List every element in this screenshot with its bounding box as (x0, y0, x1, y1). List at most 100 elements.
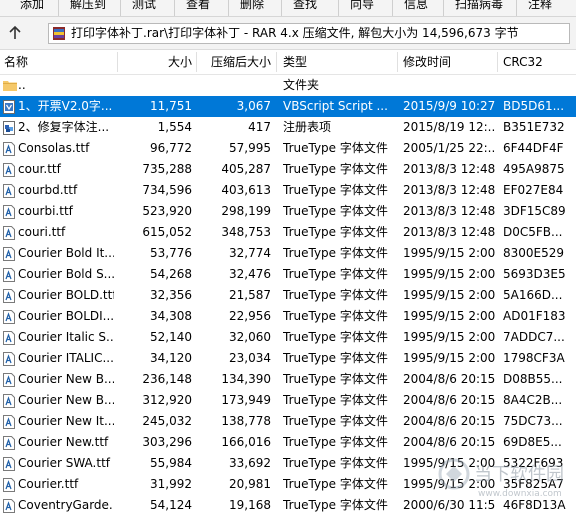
file-row[interactable]: Consolas.ttf 96,772 57,995 TrueType 字体文件 200… (0, 138, 576, 159)
toolbar-button[interactable]: 扫描病毒 (455, 0, 503, 12)
file-size: 245,032 (142, 414, 192, 428)
toolbar-separator (58, 0, 59, 16)
file-row[interactable]: Courier BOLDI... 34,308 22,956 TrueType 字体文… (0, 306, 576, 327)
file-modified: 2004/8/6 20:15 (403, 372, 495, 386)
toolbar-button[interactable]: 注释 (528, 0, 552, 12)
file-size: 615,052 (142, 225, 192, 239)
font-file-icon (3, 352, 15, 366)
file-size: 54,268 (150, 267, 192, 281)
column-divider[interactable] (497, 52, 498, 72)
file-modified: 1995/9/15 2:00 (403, 351, 495, 365)
file-type: TrueType 字体文件 (283, 246, 388, 260)
toolbar-button[interactable]: 查看 (186, 0, 210, 12)
file-type: TrueType 字体文件 (283, 330, 388, 344)
file-row[interactable]: 2、修复字体注... 1,554 417 注册表项 2015/8/19 12:... B3… (0, 117, 576, 138)
font-file-icon (3, 499, 15, 513)
file-name: courbd.ttf (18, 183, 78, 197)
file-type: TrueType 字体文件 (283, 141, 388, 155)
file-crc32: 495A9875 (503, 162, 565, 176)
column-header-modified[interactable]: 修改时间 (399, 50, 497, 74)
file-row[interactable]: Courier New B... 236,148 134,390 TrueType 字… (0, 369, 576, 390)
toolbar-button[interactable]: 解压到 (70, 0, 106, 12)
file-row[interactable]: Courier New It... 245,032 138,778 TrueType … (0, 411, 576, 432)
file-modified: 1995/9/15 2:00 (403, 288, 495, 302)
up-arrow-icon[interactable] (6, 24, 24, 42)
file-size: 303,296 (142, 435, 192, 449)
file-row[interactable]: Courier BOLD.ttf 32,356 21,587 TrueType 字体文… (0, 285, 576, 306)
font-file-icon (3, 373, 15, 387)
parent-folder-row[interactable]: .. 文件夹 (0, 75, 576, 96)
file-row[interactable]: couri.ttf 615,052 348,753 TrueType 字体文件 2013… (0, 222, 576, 243)
file-type: TrueType 字体文件 (283, 351, 388, 365)
column-header-size[interactable]: 大小 (117, 50, 196, 74)
file-size: 55,984 (150, 456, 192, 470)
column-header-name[interactable]: 名称 (0, 50, 117, 74)
file-crc32: 1798CF3A (503, 351, 565, 365)
file-row[interactable]: courbd.ttf 734,596 403,613 TrueType 字体文件 201… (0, 180, 576, 201)
file-row[interactable]: Courier Italic S... 52,140 32,060 TrueType … (0, 327, 576, 348)
file-packed-size: 166,016 (221, 435, 271, 449)
file-modified: 1995/9/15 2:00 (403, 309, 495, 323)
file-name: courbi.ttf (18, 204, 73, 218)
file-crc32: 3DF15C89 (503, 204, 566, 218)
file-size: 312,920 (142, 393, 192, 407)
toolbar-button[interactable]: 添加 (20, 0, 44, 12)
file-name: 2、修复字体注... (18, 120, 110, 134)
file-name: .. (18, 78, 26, 92)
file-type: TrueType 字体文件 (283, 435, 388, 449)
file-name: Courier New B... (18, 372, 114, 386)
file-row[interactable]: cour.ttf 735,288 405,287 TrueType 字体文件 2013/… (0, 159, 576, 180)
file-size: 53,776 (150, 246, 192, 260)
file-modified: 2015/8/19 12:... (403, 120, 495, 134)
file-packed-size: 20,981 (229, 477, 271, 491)
font-file-icon (3, 184, 15, 198)
file-row[interactable]: Courier New B... 312,920 173,949 TrueType 字… (0, 390, 576, 411)
file-name: 1、开票V2.0字... (18, 99, 113, 113)
font-file-icon (3, 142, 15, 156)
file-crc32: B351E732 (503, 120, 565, 134)
file-crc32: D08B55... (503, 372, 563, 386)
file-row[interactable]: Courier New.ttf 303,296 166,016 TrueType 字体… (0, 432, 576, 453)
file-row[interactable]: CoventryGarde... 54,124 19,168 TrueType 字体文… (0, 495, 576, 516)
file-packed-size: 23,034 (229, 351, 271, 365)
file-packed-size: 298,199 (221, 204, 271, 218)
toolbar-separator (281, 0, 282, 16)
file-row[interactable]: Courier SWA.ttf 55,984 33,692 TrueType 字体文件… (0, 453, 576, 474)
file-size: 32,356 (150, 288, 192, 302)
file-row[interactable]: courbi.ttf 523,920 298,199 TrueType 字体文件 201… (0, 201, 576, 222)
column-divider[interactable] (397, 52, 398, 72)
font-file-icon (3, 457, 15, 471)
file-modified: 1995/9/15 2:00 (403, 330, 495, 344)
file-row[interactable]: Courier Bold S... 54,268 32,476 TrueType 字体… (0, 264, 576, 285)
toolbar-button[interactable]: 查找 (293, 0, 317, 12)
path-field[interactable]: 打印字体补丁.rar\打印字体补丁 - RAR 4.x 压缩文件, 解包大小为 … (48, 23, 570, 44)
file-row[interactable]: Courier ITALIC... 34,120 23,034 TrueType 字体… (0, 348, 576, 369)
file-crc32: 75DC73... (503, 414, 563, 428)
file-type: TrueType 字体文件 (283, 456, 388, 470)
toolbar-button[interactable]: 测试 (132, 0, 156, 12)
file-crc32: 8300E529 (503, 246, 565, 260)
file-row[interactable]: Courier.ttf 31,992 20,981 TrueType 字体文件 1995… (0, 474, 576, 495)
file-modified: 1995/9/15 2:00 (403, 267, 495, 281)
column-divider[interactable] (276, 52, 277, 72)
file-modified: 2004/8/6 20:15 (403, 435, 495, 449)
column-header-crc[interactable]: CRC32 (499, 50, 576, 74)
file-name: Courier ITALIC... (18, 351, 114, 365)
file-packed-size (196, 75, 271, 96)
file-row[interactable]: 1、开票V2.0字... 11,751 3,067 VBScript Script .… (0, 96, 576, 117)
column-header-packed[interactable]: 压缩后大小 (196, 50, 275, 74)
column-header-type[interactable]: 类型 (279, 50, 397, 74)
toolbar-button[interactable]: 向导 (350, 0, 374, 12)
toolbar-button[interactable]: 删除 (240, 0, 264, 12)
file-crc32: 46F8D13A (503, 498, 566, 512)
file-modified: 1995/9/15 2:00 (403, 477, 495, 491)
file-name: CoventryGarde... (18, 498, 114, 512)
toolbar-separator (516, 0, 517, 16)
file-packed-size: 138,778 (221, 414, 271, 428)
toolbar-button[interactable]: 信息 (404, 0, 428, 12)
file-name: Courier BOLD.ttf (18, 288, 114, 302)
file-crc32: BD5D61... (503, 99, 565, 113)
file-row[interactable]: Courier Bold It... 53,776 32,774 TrueType 字… (0, 243, 576, 264)
file-size: 735,288 (142, 162, 192, 176)
file-type: TrueType 字体文件 (283, 225, 388, 239)
